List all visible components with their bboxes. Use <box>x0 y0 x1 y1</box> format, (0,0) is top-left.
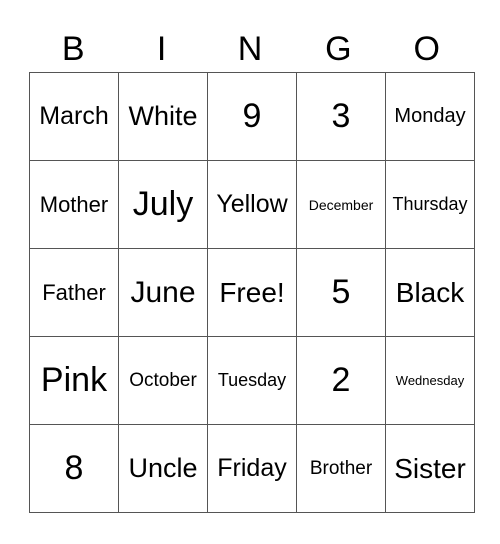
bingo-cell[interactable]: 3 <box>296 72 386 161</box>
bingo-row: March White 9 3 Monday <box>29 72 475 161</box>
bingo-cell[interactable]: Wednesday <box>385 336 475 425</box>
bingo-cell[interactable]: White <box>118 72 208 161</box>
bingo-cell[interactable]: Friday <box>207 424 297 513</box>
bingo-cell[interactable]: Father <box>29 248 119 337</box>
header-letter-g: G <box>325 30 352 68</box>
bingo-cell[interactable]: Black <box>385 248 475 337</box>
bingo-cell[interactable]: Pink <box>29 336 119 425</box>
header-letter-n: N <box>237 30 263 68</box>
bingo-cell[interactable]: Thursday <box>385 160 475 249</box>
bingo-row: Father June Free! 5 Black <box>29 248 475 337</box>
header-letter-i: I <box>156 30 167 68</box>
bingo-cell[interactable]: July <box>118 160 208 249</box>
bingo-cell[interactable]: Free! <box>207 248 297 337</box>
bingo-cell[interactable]: Tuesday <box>207 336 297 425</box>
bingo-cell[interactable]: June <box>118 248 208 337</box>
bingo-cell[interactable]: December <box>296 160 386 249</box>
bingo-cell[interactable]: Yellow <box>207 160 297 249</box>
bingo-cell[interactable]: March <box>29 72 119 161</box>
bingo-cell[interactable]: October <box>118 336 208 425</box>
bingo-cell[interactable]: 2 <box>296 336 386 425</box>
bingo-cell[interactable]: Sister <box>385 424 475 513</box>
bingo-cell[interactable]: Uncle <box>118 424 208 513</box>
bingo-row: 8 Uncle Friday Brother Sister <box>29 424 475 513</box>
bingo-cell[interactable]: 5 <box>296 248 386 337</box>
bingo-card: March White 9 3 Monday Mother July Yellow Decemb… <box>29 72 475 513</box>
bingo-cell[interactable]: Monday <box>385 72 475 161</box>
bingo-row: Mother July Yellow December Thursday <box>29 160 475 249</box>
bingo-row: Pink October Tuesday 2 Wednesday <box>29 336 475 425</box>
header-letter-o: O <box>413 30 440 68</box>
bingo-header: B I N G O <box>29 26 471 72</box>
bingo-cell[interactable]: Brother <box>296 424 386 513</box>
bingo-cell[interactable]: 9 <box>207 72 297 161</box>
header-letter-b: B <box>61 30 85 68</box>
bingo-cell[interactable]: Mother <box>29 160 119 249</box>
bingo-cell[interactable]: 8 <box>29 424 119 513</box>
